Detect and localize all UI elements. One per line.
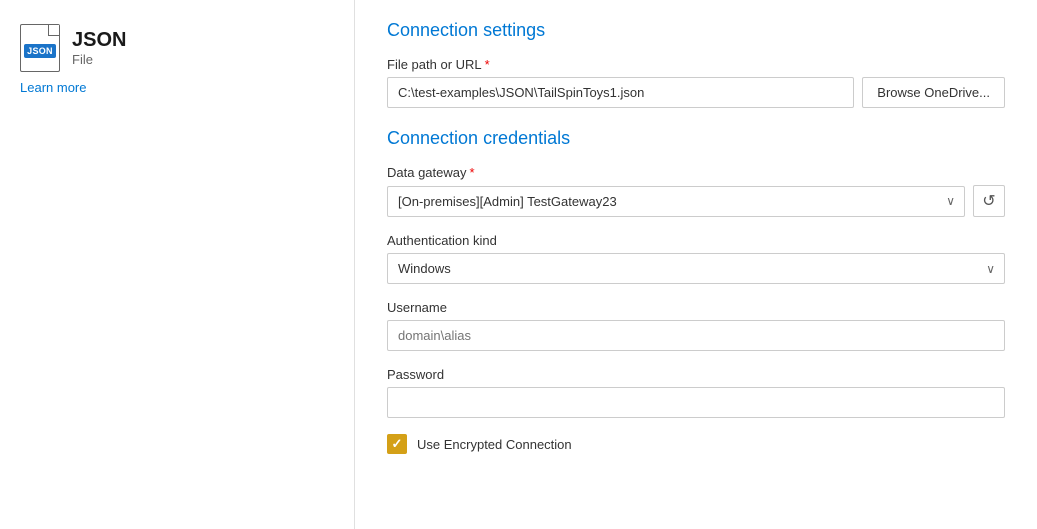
file-path-label-text: File path or URL — [387, 57, 482, 72]
main-content: Connection settings File path or URL * B… — [355, 0, 1037, 529]
connector-name: JSON — [72, 29, 126, 52]
gateway-group: Data gateway * [On-premises][Admin] Test… — [387, 165, 1005, 217]
gateway-select[interactable]: [On-premises][Admin] TestGateway23 — [387, 186, 965, 217]
encrypted-label: Use Encrypted Connection — [417, 437, 572, 452]
auth-kind-select[interactable]: Windows — [387, 253, 1005, 284]
encrypted-connection-row: ✓ Use Encrypted Connection — [387, 434, 1005, 454]
password-input[interactable] — [387, 387, 1005, 418]
gateway-label-text: Data gateway — [387, 165, 467, 180]
auth-kind-label: Authentication kind — [387, 233, 1005, 248]
connector-title: JSON File — [72, 29, 126, 67]
connection-credentials-section: Connection credentials Data gateway * [O… — [387, 128, 1005, 454]
check-icon: ✓ — [392, 436, 403, 452]
connection-settings-section: Connection settings File path or URL * B… — [387, 20, 1005, 108]
gateway-select-wrapper: [On-premises][Admin] TestGateway23 ∨ — [387, 186, 965, 217]
password-label-text: Password — [387, 367, 444, 382]
refresh-button[interactable]: ↺ — [973, 185, 1005, 217]
username-group: Username — [387, 300, 1005, 351]
password-label: Password — [387, 367, 1005, 382]
browse-button[interactable]: Browse OneDrive... — [862, 77, 1005, 108]
gateway-label: Data gateway * — [387, 165, 1005, 180]
file-path-required-star: * — [485, 57, 490, 72]
json-badge: JSON — [24, 44, 56, 58]
connection-credentials-title: Connection credentials — [387, 128, 1005, 149]
auth-kind-label-text: Authentication kind — [387, 233, 497, 248]
file-path-group: File path or URL * Browse OneDrive... — [387, 57, 1005, 108]
username-label: Username — [387, 300, 1005, 315]
auth-kind-select-wrapper: Windows ∨ — [387, 253, 1005, 284]
gateway-row: [On-premises][Admin] TestGateway23 ∨ ↺ — [387, 185, 1005, 217]
file-path-label: File path or URL * — [387, 57, 1005, 72]
auth-kind-group: Authentication kind Windows ∨ — [387, 233, 1005, 284]
username-label-text: Username — [387, 300, 447, 315]
sidebar: JSON JSON File Learn more — [0, 0, 355, 529]
refresh-icon: ↺ — [982, 191, 995, 211]
password-group: Password — [387, 367, 1005, 418]
connector-header: JSON JSON File — [20, 24, 126, 72]
encrypted-checkbox[interactable]: ✓ — [387, 434, 407, 454]
username-input[interactable] — [387, 320, 1005, 351]
file-path-input-wrap — [387, 77, 854, 108]
gateway-required-star: * — [470, 165, 475, 180]
file-path-input[interactable] — [387, 77, 854, 108]
learn-more-link[interactable]: Learn more — [20, 80, 86, 95]
connector-type: File — [72, 52, 126, 67]
connector-icon: JSON — [20, 24, 60, 72]
file-path-row: Browse OneDrive... — [387, 77, 1005, 108]
connection-settings-title: Connection settings — [387, 20, 1005, 41]
